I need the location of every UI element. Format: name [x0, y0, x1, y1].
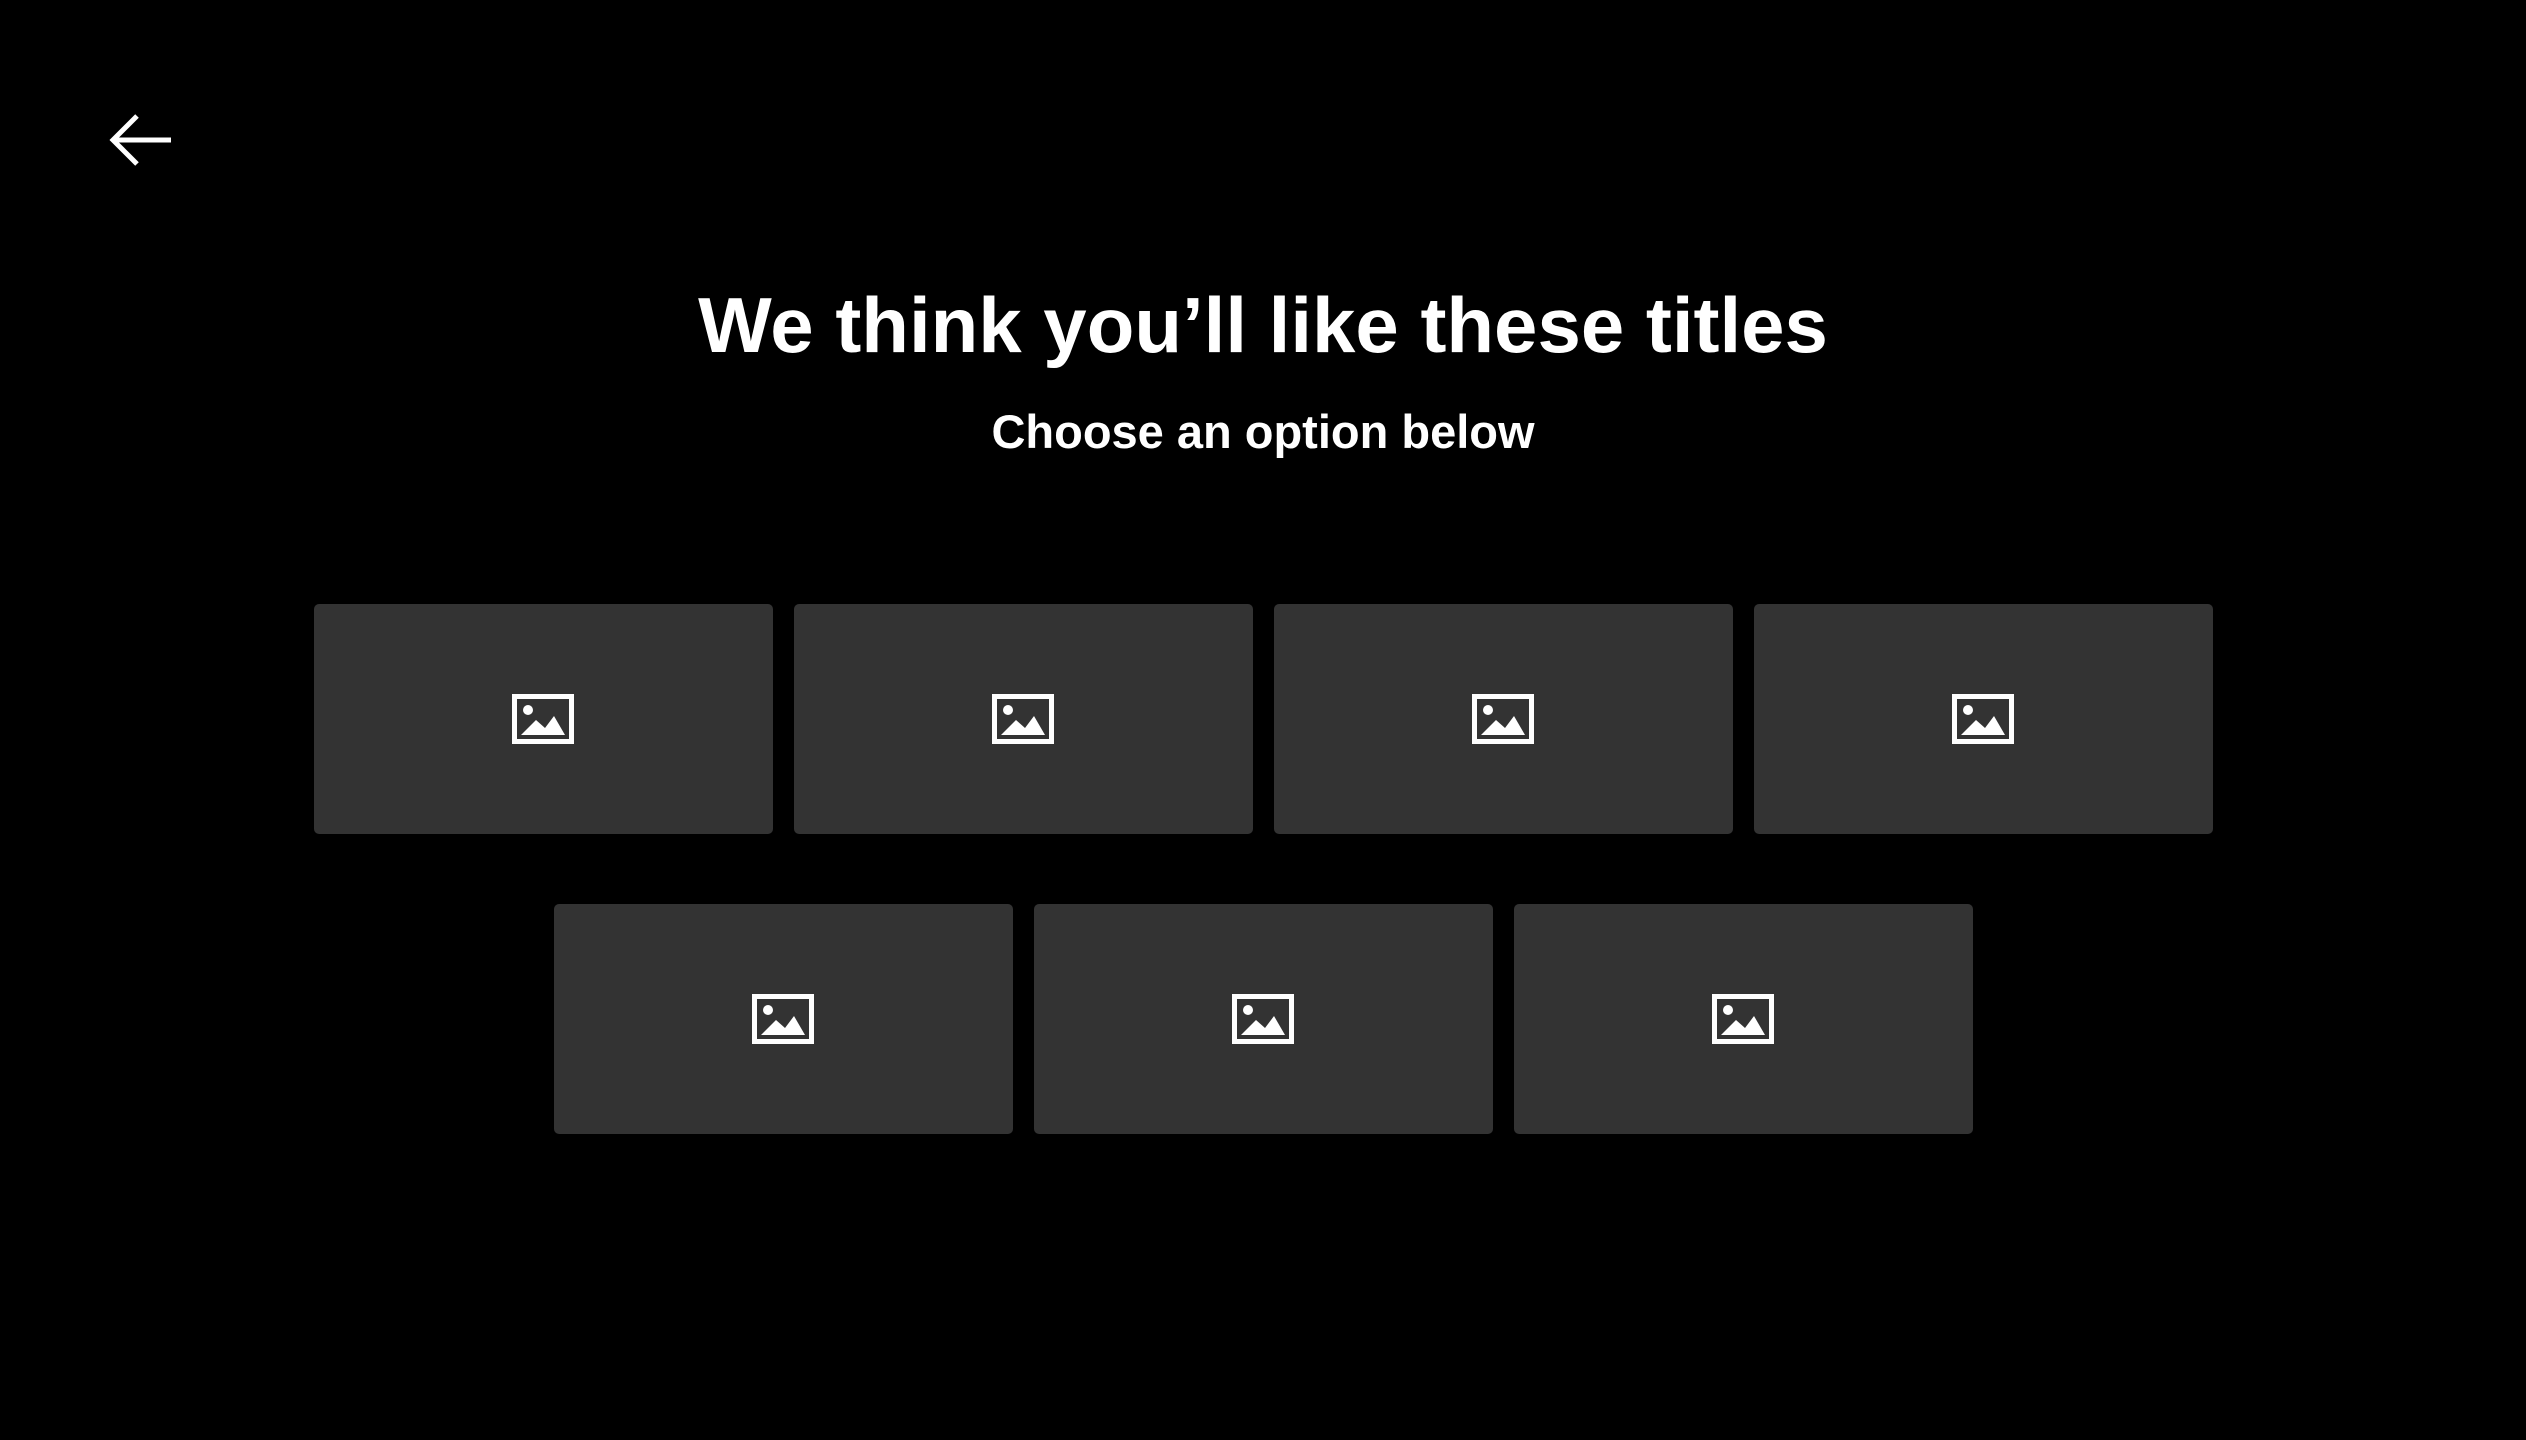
image-placeholder-icon — [992, 694, 1054, 744]
arrow-left-icon — [107, 112, 173, 168]
title-picker-screen: We think you’ll like these titles Choose… — [0, 0, 2526, 1440]
image-placeholder-icon — [1232, 994, 1294, 1044]
title-row-2 — [0, 904, 2526, 1134]
title-tile[interactable] — [553, 904, 1013, 1134]
title-tile[interactable] — [1033, 904, 1493, 1134]
title-row-1 — [0, 604, 2526, 834]
title-grid — [0, 604, 2526, 1134]
image-placeholder-icon — [1472, 694, 1534, 744]
image-placeholder-icon — [752, 994, 814, 1044]
image-placeholder-icon — [512, 694, 574, 744]
title-tile[interactable] — [1273, 604, 1733, 834]
title-tile[interactable] — [793, 604, 1253, 834]
title-tile[interactable] — [1753, 604, 2213, 834]
back-button[interactable] — [96, 104, 184, 176]
title-tile[interactable] — [313, 604, 773, 834]
page-subtitle: Choose an option below — [991, 405, 1535, 458]
image-placeholder-icon — [1712, 994, 1774, 1044]
image-placeholder-icon — [1952, 694, 2014, 744]
page-title: We think you’ll like these titles — [698, 281, 1828, 369]
title-tile[interactable] — [1513, 904, 1973, 1134]
